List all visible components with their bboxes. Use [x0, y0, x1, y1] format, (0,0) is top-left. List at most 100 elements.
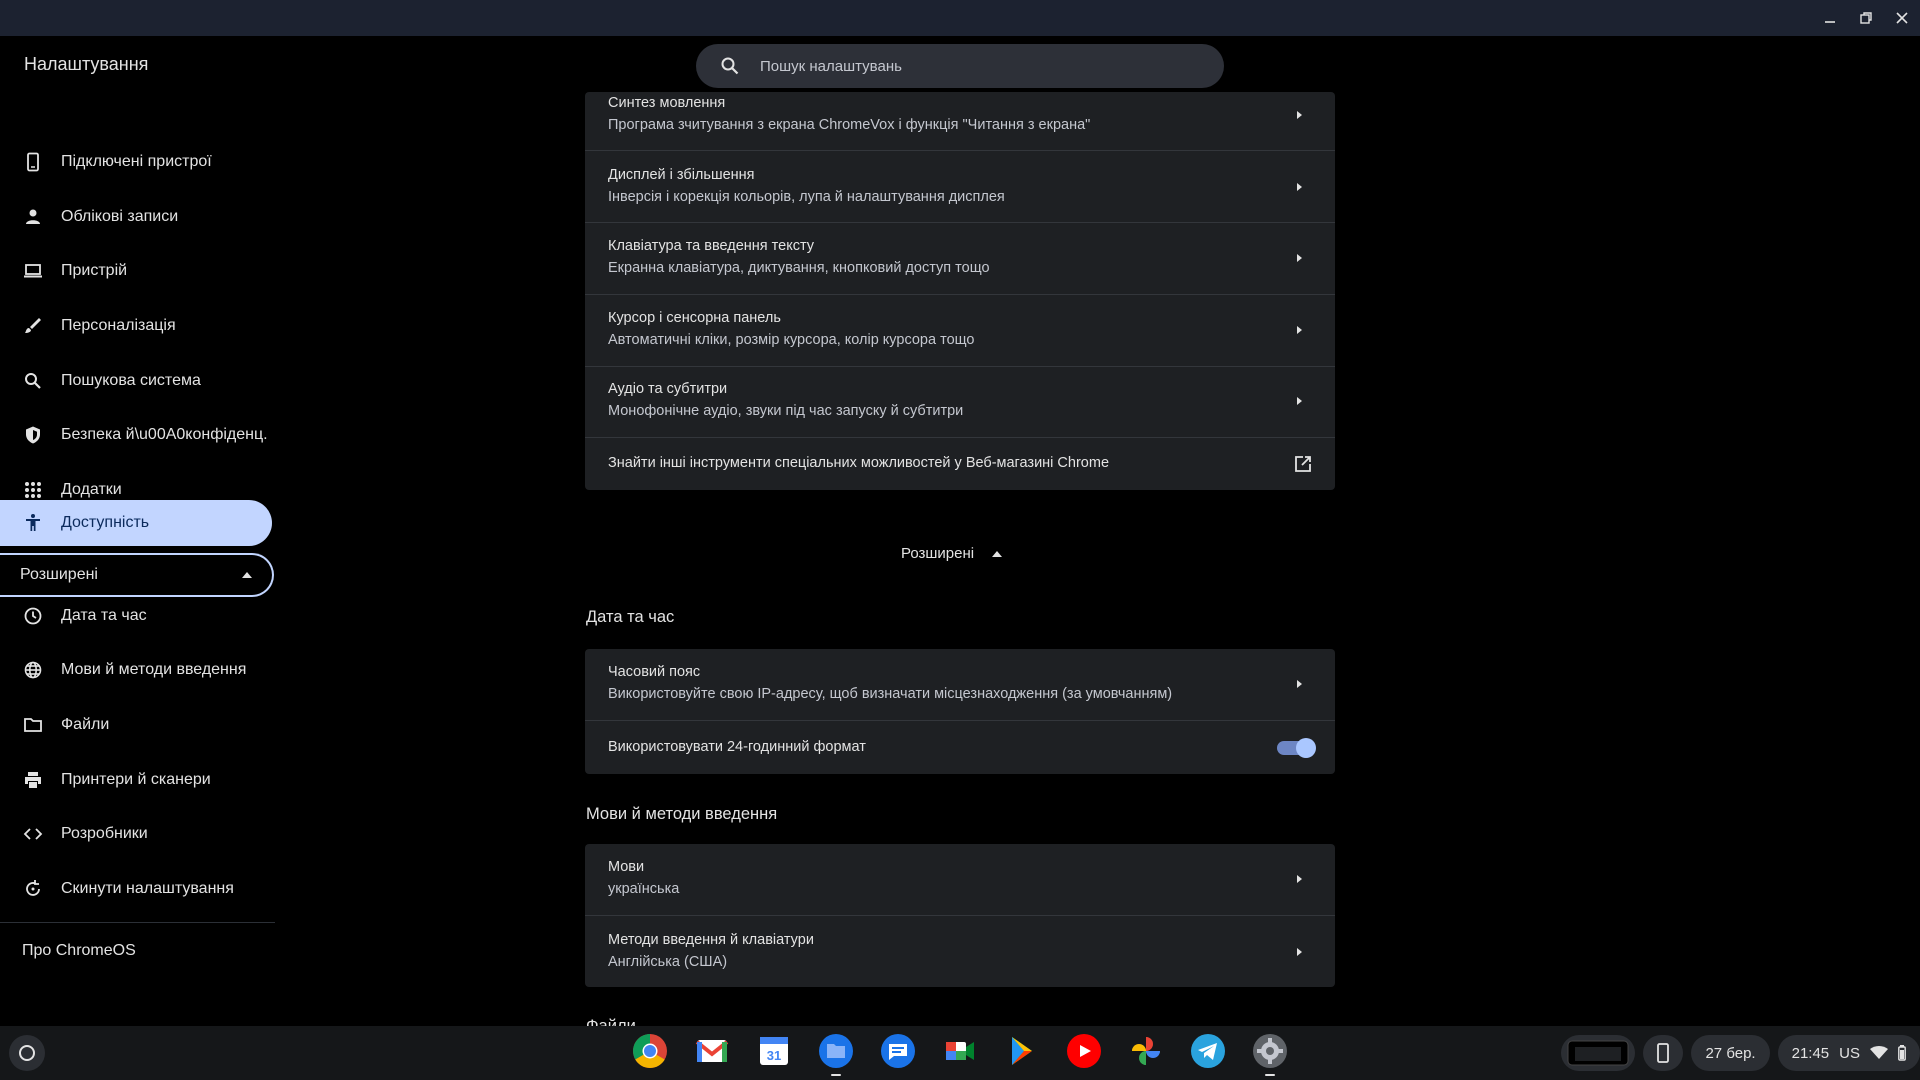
sidebar-item-label: Мови й методи введення: [61, 661, 247, 678]
external-link-icon: [1295, 456, 1311, 472]
sidebar-item-label: Додатки: [61, 481, 122, 498]
row-subtitle: Автоматичні кліки, розмір курсора, колір…: [608, 332, 975, 348]
sidebar-item-label: Пристрій: [61, 262, 128, 279]
shield-icon: [21, 423, 45, 447]
accessibility-card: Синтез мовлення Програма зчитування з ек…: [585, 92, 1335, 490]
sidebar-item-languages[interactable]: Мови й методи введення: [0, 647, 272, 693]
advanced-collapse-button[interactable]: Розширені: [901, 545, 1003, 562]
settings-icon[interactable]: [1252, 1033, 1288, 1076]
close-button[interactable]: [1884, 0, 1920, 36]
sidebar-item-label: Доступність: [61, 514, 150, 531]
files-icon[interactable]: [818, 1033, 854, 1076]
arrow-right-icon: [1297, 948, 1302, 956]
sidebar-item-accounts[interactable]: Облікові записи: [0, 194, 272, 240]
sidebar: Налаштування Підключені пристрої Обліков…: [0, 36, 275, 1026]
date-display[interactable]: 27 бер.: [1691, 1035, 1770, 1071]
desk-preview[interactable]: [1561, 1035, 1636, 1071]
battery-icon: [1898, 1045, 1906, 1061]
sidebar-item-label: Підключені пристрої: [61, 153, 212, 170]
sidebar-item-files[interactable]: Файли: [0, 702, 272, 748]
launcher-button[interactable]: [9, 1035, 45, 1071]
sidebar-item-security-privacy[interactable]: Безпека й\u00A0конфіденц.: [0, 412, 272, 458]
row-title: Курсор і сенсорна панель: [608, 310, 781, 326]
globe-icon: [21, 658, 45, 682]
row-audio-captions[interactable]: Аудіо та субтитри Монофонічне аудіо, зву…: [585, 366, 1335, 437]
row-subtitle: українська: [608, 881, 680, 897]
play-store-icon[interactable]: [1004, 1033, 1040, 1069]
row-keyboard-text-input[interactable]: Клавіатура та введення тексту Екранна кл…: [585, 222, 1335, 294]
row-title: Часовий пояс: [608, 664, 701, 680]
minimize-icon: [1825, 21, 1835, 23]
arrow-right-icon: [1297, 397, 1302, 405]
minimize-button[interactable]: [1812, 0, 1848, 36]
search-input[interactable]: Пошук налаштувань: [696, 44, 1224, 88]
sidebar-item-label: Облікові записи: [61, 208, 179, 225]
row-title: Мови: [608, 859, 645, 875]
search-icon: [721, 57, 739, 75]
quick-settings-button[interactable]: 21:45 US: [1777, 1035, 1920, 1071]
row-subtitle: Інверсія і корекція кольорів, лупа й нал…: [608, 189, 1005, 205]
row-cursor-touchpad[interactable]: Курсор і сенсорна панель Автоматичні клі…: [585, 294, 1335, 366]
arrow-right-icon: [1297, 254, 1302, 262]
section-title-files: Файли: [586, 1017, 636, 1026]
sidebar-item-developers[interactable]: Розробники: [0, 811, 272, 857]
date-time-card: Часовий пояс Використовуйте свою IP-адре…: [585, 649, 1335, 774]
window-controls: [1812, 0, 1920, 36]
messages-icon[interactable]: [880, 1033, 916, 1069]
search-icon: [21, 369, 45, 393]
sidebar-item-search-engine[interactable]: Пошукова система: [0, 358, 272, 404]
sidebar-item-accessibility[interactable]: Доступність: [0, 500, 272, 546]
active-app-indicator: [1265, 1074, 1275, 1076]
desk-thumbnail-icon: [1567, 1040, 1629, 1066]
arrow-right-icon: [1297, 326, 1302, 334]
clock-icon: [21, 604, 45, 628]
row-text-to-speech[interactable]: Синтез мовлення Програма зчитування з ек…: [585, 92, 1335, 150]
sidebar-item-label: Розробники: [61, 825, 148, 842]
phone-hub-button[interactable]: [1643, 1035, 1684, 1071]
app-title: Налаштування: [24, 54, 149, 74]
row-timezone[interactable]: Часовий пояс Використовуйте свою IP-адре…: [585, 649, 1335, 720]
toggle-knob: [1296, 738, 1316, 758]
sidebar-item-label: Дата та час: [61, 607, 147, 624]
sidebar-item-connected-devices[interactable]: Підключені пристрої: [0, 139, 272, 185]
arrow-right-icon: [1297, 680, 1302, 688]
row-languages[interactable]: Мови українська: [585, 844, 1335, 915]
reset-icon: [21, 877, 45, 901]
sidebar-item-personalization[interactable]: Персоналізація: [0, 303, 272, 349]
telegram-icon[interactable]: [1190, 1033, 1226, 1069]
calendar-day: 31: [767, 1048, 781, 1063]
youtube-icon[interactable]: [1066, 1033, 1102, 1069]
arrow-right-icon: [1297, 875, 1302, 883]
calendar-icon[interactable]: 31: [756, 1033, 792, 1069]
shelf-apps: 31: [632, 1033, 1288, 1076]
gmail-icon[interactable]: [694, 1033, 730, 1069]
wifi-icon: [1870, 1046, 1888, 1059]
advanced-toggle[interactable]: Розширені: [0, 553, 274, 597]
meet-icon[interactable]: [942, 1033, 978, 1069]
keyboard-layout: US: [1839, 1044, 1860, 1062]
photos-icon[interactable]: [1128, 1033, 1164, 1069]
phone-icon: [21, 150, 45, 174]
toggle-24h-format[interactable]: [1277, 738, 1316, 758]
accessibility-icon: [21, 511, 45, 535]
active-app-indicator: [831, 1074, 841, 1076]
sidebar-item-label: Персоналізація: [61, 317, 176, 334]
chrome-icon[interactable]: [632, 1033, 668, 1069]
sidebar-item-device[interactable]: Пристрій: [0, 248, 272, 294]
row-subtitle: Використовуйте свою IP-адресу, щоб визна…: [608, 686, 1173, 702]
launcher-icon: [19, 1045, 35, 1061]
row-display-magnification[interactable]: Дисплей і збільшення Інверсія і корекція…: [585, 150, 1335, 222]
row-title: Використовувати 24-годинний формат: [608, 739, 866, 755]
row-webstore-link[interactable]: Знайти інші інструменти спеціальних можл…: [585, 437, 1335, 490]
caret-up-icon: [992, 550, 1003, 557]
sidebar-item-about[interactable]: Про ChromeOS: [22, 942, 136, 960]
restore-button[interactable]: [1848, 0, 1884, 36]
sidebar-item-reset[interactable]: Скинути налаштування: [0, 866, 272, 912]
status-tray: 27 бер. 21:45 US: [1561, 1035, 1920, 1071]
row-24h-format[interactable]: Використовувати 24-годинний формат: [585, 720, 1335, 774]
row-subtitle: Монофонічне аудіо, звуки під час запуску…: [608, 403, 964, 419]
sidebar-item-printers[interactable]: Принтери й сканери: [0, 757, 272, 803]
search-placeholder: Пошук налаштувань: [760, 57, 902, 75]
sidebar-item-date-time[interactable]: Дата та час: [0, 593, 272, 639]
row-input-methods[interactable]: Методи введення й клавіатури Англійська …: [585, 915, 1335, 987]
